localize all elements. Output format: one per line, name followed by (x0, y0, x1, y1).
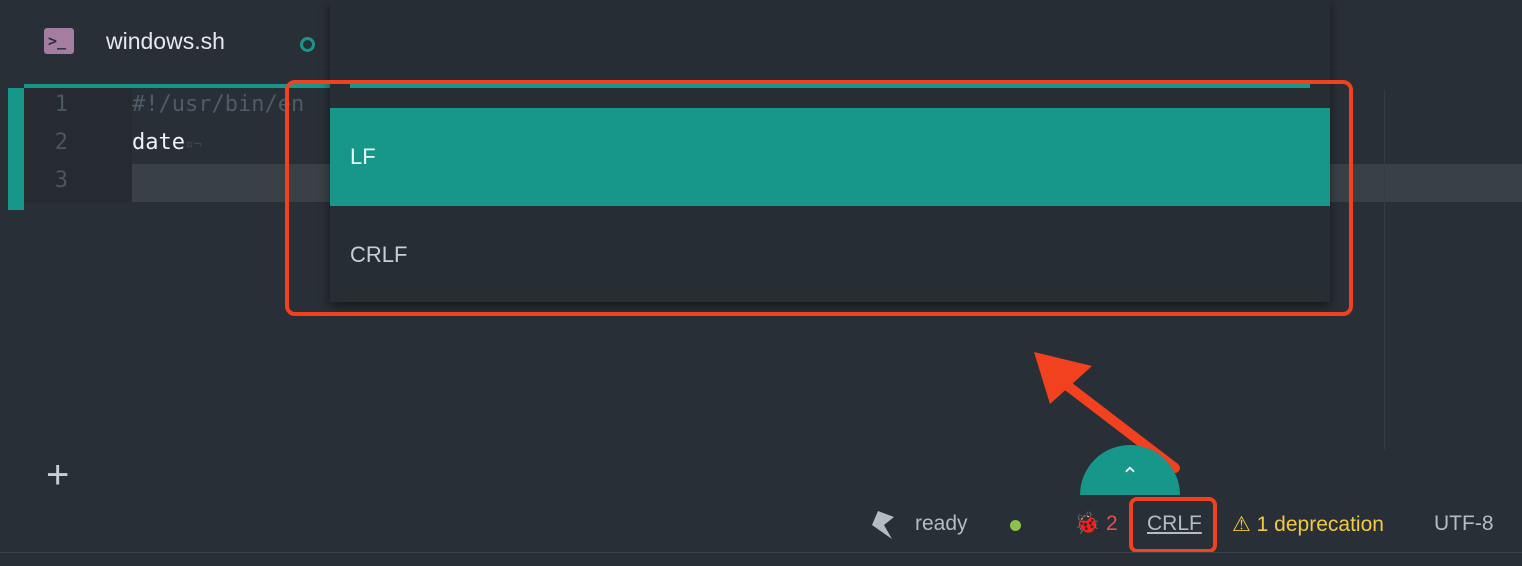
line-number: 3 (54, 168, 68, 193)
line-number: 1 (54, 92, 68, 117)
tab-title[interactable]: windows.sh (106, 28, 225, 55)
modified-indicator-icon (300, 37, 315, 52)
tool-icon (872, 511, 894, 539)
status-ready[interactable]: ready (915, 512, 968, 536)
wrap-guide (1384, 90, 1385, 450)
error-count-value: 2 (1106, 512, 1118, 535)
error-count[interactable]: 🐞 2 (1074, 512, 1118, 536)
encoding-button[interactable]: UTF-8 (1434, 512, 1494, 536)
annotation-highlight-dropdown (285, 80, 1353, 316)
divider (0, 552, 1522, 553)
code-line[interactable]: date¤¬ (132, 130, 202, 155)
invisible-chars: ¤¬ (184, 137, 202, 153)
status-dot-icon (1010, 520, 1021, 531)
terminal-icon: >_ (44, 28, 74, 54)
git-modified-bar (8, 88, 24, 210)
warning-icon: ⚠ (1232, 513, 1251, 536)
annotation-highlight-crlf (1129, 497, 1217, 553)
code-line[interactable]: #!/usr/bin/en (132, 92, 304, 117)
code-text: date (132, 130, 185, 155)
add-button[interactable]: + (46, 455, 69, 495)
deprecation-status[interactable]: ⚠ 1 deprecation (1232, 512, 1384, 537)
line-number: 2 (54, 130, 68, 155)
deprecation-text: 1 deprecation (1256, 513, 1384, 536)
bug-icon: 🐞 (1074, 512, 1101, 535)
chevron-up-icon: ⌃ (1120, 463, 1140, 488)
